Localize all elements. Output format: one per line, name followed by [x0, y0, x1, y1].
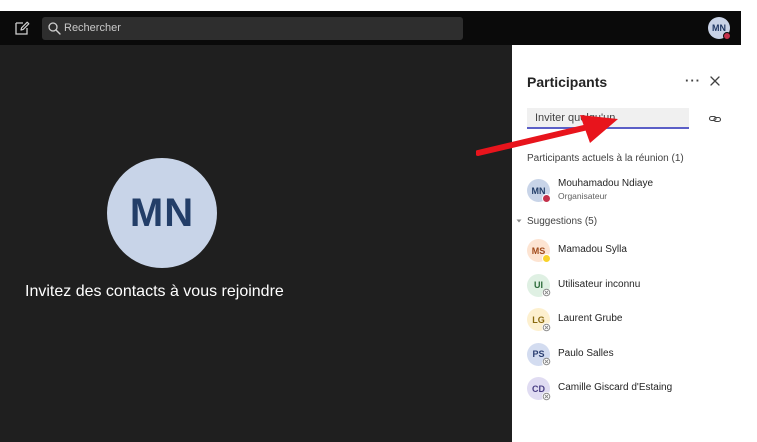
search-placeholder: Rechercher [64, 22, 121, 34]
suggestions-header[interactable]: Suggestions (5) [527, 216, 597, 227]
participants-panel: Participants ··· Participants actuels à … [512, 45, 741, 442]
suggestion-row[interactable]: CD Camille Giscard d'Estaing [527, 377, 732, 407]
search-icon [48, 22, 61, 35]
suggestion-name: Paulo Salles [558, 347, 614, 359]
user-avatar[interactable]: MN [708, 17, 731, 40]
suggestion-name: Mamadou Sylla [558, 244, 627, 255]
suggestion-name: Laurent Grube [558, 313, 623, 324]
top-bar: Rechercher MN [0, 11, 741, 45]
copy-link-icon[interactable] [708, 112, 722, 126]
panel-title: Participants [527, 74, 608, 90]
suggestion-name: Utilisateur inconnu [558, 278, 641, 290]
annotation-arrow [476, 115, 618, 156]
chevron-down-icon[interactable] [515, 217, 523, 225]
close-icon[interactable] [708, 74, 722, 88]
teams-window: Rechercher MN MN Invitez des contacts à … [0, 11, 741, 442]
participant-role: Organisateur [558, 191, 608, 201]
offline-status-badge [542, 323, 551, 332]
suggestion-row[interactable]: MS Mamadou Sylla [527, 239, 732, 269]
meeting-avatar: MN [107, 158, 217, 268]
meeting-avatar-initials: MN [129, 190, 195, 235]
suggestion-row[interactable]: UI Utilisateur inconnu [527, 273, 732, 304]
offline-status-badge [542, 357, 551, 367]
away-status-badge [542, 254, 551, 263]
compose-icon[interactable] [14, 20, 30, 36]
participant-name: Mouhamadou Ndiaye [558, 178, 654, 189]
more-options-icon[interactable]: ··· [685, 73, 701, 88]
offline-status-badge [542, 392, 551, 401]
participant-row[interactable]: MN Mouhamadou Ndiaye Organisateur [527, 178, 732, 209]
invite-message: Invitez des contacts à vous rejoindre [25, 283, 284, 300]
busy-status-dot [723, 32, 731, 40]
user-avatar-initials: MN [712, 23, 726, 33]
suggestion-row[interactable]: PS Paulo Salles [527, 342, 732, 373]
search-box[interactable]: Rechercher [42, 17, 463, 40]
suggestion-name: Camille Giscard d'Estaing [558, 382, 673, 393]
meeting-stage: MN Invitez des contacts à vous rejoindre [0, 45, 512, 442]
suggestion-row[interactable]: LG Laurent Grube [527, 308, 732, 338]
busy-status-badge [542, 194, 551, 203]
offline-status-badge [542, 288, 551, 298]
